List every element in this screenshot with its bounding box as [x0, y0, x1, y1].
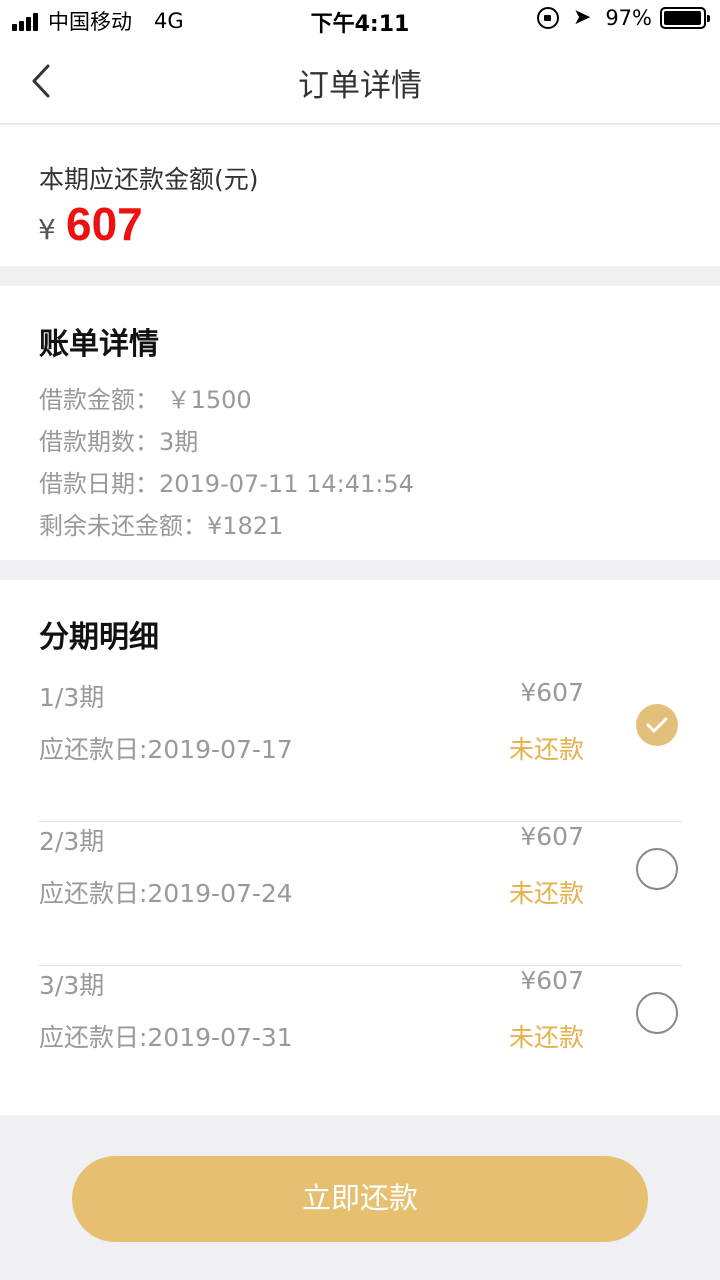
page-title: 订单详情 — [298, 68, 422, 104]
installment-details-title: 分期明细 — [39, 620, 159, 655]
status-bar: 中国移动 4G 下午4:11 ➤ 97% — [0, 0, 720, 40]
empty-circle-icon[interactable] — [636, 992, 678, 1034]
installment-amount: ¥607 — [520, 678, 584, 707]
installment-status: 未还款 — [508, 1023, 584, 1052]
installment-due-date: 应还款日:2019-07-31 — [39, 1023, 293, 1052]
due-amount-card: 本期应还款金额(元) ¥ 607 — [0, 125, 720, 266]
pay-now-button[interactable]: 立即还款 — [72, 1156, 648, 1242]
installment-due-date: 应还款日:2019-07-17 — [39, 735, 293, 764]
installment-row[interactable]: 3/3期 ¥607 应还款日:2019-07-31 未还款 — [39, 966, 682, 1110]
bill-details-card: 账单详情 借款金额： ￥1500 借款期数：3期 借款日期：2019-07-11… — [0, 286, 720, 560]
orientation-lock-icon — [536, 7, 559, 29]
due-amount-label: 本期应还款金额(元) — [39, 165, 259, 194]
currency-symbol: ¥ — [38, 213, 56, 246]
installment-due-date: 应还款日:2019-07-24 — [39, 879, 293, 908]
installment-row[interactable]: 2/3期 ¥607 应还款日:2019-07-24 未还款 — [39, 822, 682, 966]
installment-details-card: 分期明细 1/3期 ¥607 应还款日:2019-07-17 未还款 2/3期 … — [0, 580, 720, 1115]
empty-circle-icon[interactable] — [636, 848, 678, 890]
installment-amount: ¥607 — [520, 822, 584, 851]
installment-period: 3/3期 — [39, 971, 105, 1000]
installment-period: 2/3期 — [39, 827, 105, 856]
installment-row[interactable]: 1/3期 ¥607 应还款日:2019-07-17 未还款 — [39, 678, 682, 822]
location-arrow-icon: ➤ — [572, 5, 592, 30]
due-amount-value: 607 — [66, 198, 143, 250]
loan-periods: 借款期数：3期 — [39, 428, 199, 456]
battery-percent: 97% — [605, 6, 652, 30]
battery-icon — [660, 7, 710, 29]
nav-bar: 订单详情 — [0, 40, 720, 124]
installment-status: 未还款 — [508, 735, 584, 764]
bill-details-title: 账单详情 — [39, 327, 159, 362]
status-bar-right: ➤ 97% — [536, 5, 710, 30]
remaining-unpaid-amount: 剩余未还金额：¥1821 — [39, 512, 284, 540]
loan-amount: 借款金额： ￥1500 — [39, 386, 252, 414]
installment-amount: ¥607 — [520, 966, 584, 995]
checkmark-circle-icon[interactable] — [636, 704, 678, 746]
installment-status: 未还款 — [508, 879, 584, 908]
loan-date: 借款日期：2019-07-11 14:41:54 — [39, 470, 414, 498]
installment-period: 1/3期 — [39, 683, 105, 712]
